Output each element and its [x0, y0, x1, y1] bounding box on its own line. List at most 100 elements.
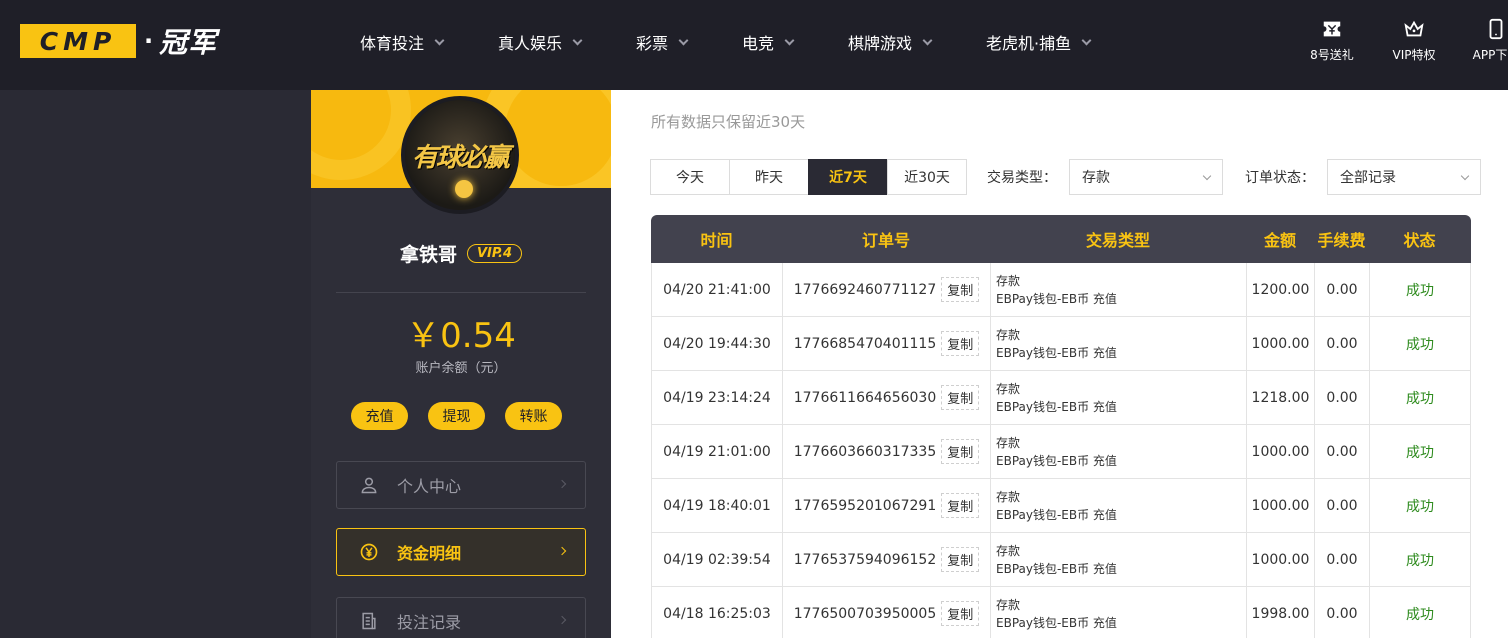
time-cell: 04/20 21:41:00	[652, 263, 783, 316]
fee-cell: 0.00	[1315, 371, 1370, 424]
time-cell: 04/19 21:01:00	[652, 425, 783, 478]
amount-cell: 1000.00	[1247, 479, 1315, 532]
time-text: 04/20 19:44:30	[663, 335, 771, 352]
nav-item-sports[interactable]: 体育投注	[360, 30, 498, 54]
status-cell: 成功	[1370, 317, 1471, 370]
amount-text: 1200.00	[1251, 281, 1310, 298]
withdraw-button[interactable]: 提现	[428, 402, 485, 430]
type-cell: 存款 EBPay钱包-EB币 充值	[991, 587, 1247, 638]
type-detail: EBPay钱包-EB币 充值	[996, 453, 1117, 468]
column-header-order: 订单号	[861, 231, 910, 250]
vip-tool[interactable]: VIP特权	[1382, 18, 1446, 63]
order-cell: 1776595201067291 复制	[783, 479, 991, 532]
amount-cell: 1000.00	[1247, 317, 1315, 370]
app-download-tool[interactable]: APP下载	[1464, 18, 1508, 63]
table-row: 04/19 02:39:54 1776537594096152 复制 存款 EB…	[651, 533, 1471, 587]
status-badge: 成功	[1406, 282, 1434, 299]
nav-item-slots-fishing[interactable]: 老虎机·捕鱼	[986, 30, 1106, 54]
avatar[interactable]: 有球必赢	[401, 96, 519, 214]
nav-item-label: 棋牌游戏	[848, 34, 913, 53]
ball-icon	[455, 180, 473, 198]
status-cell: 成功	[1370, 479, 1471, 532]
status-cell: 成功	[1370, 425, 1471, 478]
type-cell: 存款 EBPay钱包-EB币 充值	[991, 371, 1247, 424]
tool-label: 8号送礼	[1310, 48, 1354, 62]
brand-logo[interactable]: CMP · 冠军	[20, 24, 217, 59]
time-text: 04/19 18:40:01	[663, 497, 771, 514]
menu-item-bet-records[interactable]: 投注记录	[336, 597, 586, 638]
type-detail: EBPay钱包-EB币 充值	[996, 507, 1117, 522]
order-number: 1776603660317335	[793, 443, 937, 460]
transfer-button[interactable]: 转账	[505, 402, 562, 430]
copy-button[interactable]: 复制	[941, 331, 980, 356]
fee-text: 0.00	[1326, 605, 1358, 622]
phone-icon	[1489, 18, 1503, 40]
copy-button[interactable]: 复制	[941, 547, 980, 572]
retention-note: 所有数据只保留近30天	[651, 113, 806, 131]
chevron-right-icon	[557, 615, 567, 625]
range-today-button[interactable]: 今天	[650, 159, 730, 195]
select-value: 存款	[1082, 170, 1110, 186]
order-cell: 1776500703950005 复制	[783, 587, 991, 638]
copy-button[interactable]: 复制	[941, 385, 980, 410]
wallet-actions: 充值 提现 转账	[351, 402, 582, 430]
deposit-button[interactable]: 充值	[351, 402, 408, 430]
balance-label: 账户余额（元）	[415, 361, 507, 376]
range-7days-button[interactable]: 近7天	[808, 159, 888, 195]
order-number: 1776595201067291	[793, 497, 937, 514]
amount-text: 1000.00	[1251, 551, 1310, 568]
type-cell: 存款 EBPay钱包-EB币 充值	[991, 479, 1247, 532]
type-detail: EBPay钱包-EB币 充值	[996, 399, 1117, 414]
copy-button[interactable]: 复制	[941, 439, 980, 464]
type-text: 存款	[996, 273, 1021, 288]
avatar-text: 有球必赢	[411, 142, 510, 173]
nav-item-live-casino[interactable]: 真人娱乐	[498, 30, 636, 54]
column-header-time: 时间	[700, 231, 733, 250]
fee-cell: 0.00	[1315, 263, 1370, 316]
user-info: 拿铁哥 VIP.4	[311, 240, 611, 267]
status-cell: 成功	[1370, 587, 1471, 638]
column-header-type: 交易类型	[1085, 231, 1150, 250]
nav-item-esports[interactable]: 电竞	[742, 30, 848, 54]
range-30days-button[interactable]: 近30天	[887, 159, 967, 195]
range-yesterday-button[interactable]: 昨天	[729, 159, 809, 195]
time-text: 04/19 23:14:24	[663, 389, 771, 406]
gift-tool[interactable]: 8号送礼	[1300, 18, 1364, 63]
type-text: 存款	[996, 327, 1021, 342]
menu-item-label: 投注记录	[397, 613, 462, 632]
type-cell: 存款 EBPay钱包-EB币 充值	[991, 263, 1247, 316]
nav-item-label: 体育投注	[360, 34, 425, 53]
time-text: 04/18 16:25:03	[663, 605, 771, 622]
type-filter-label: 交易类型：	[987, 170, 1057, 186]
menu-item-personal-center[interactable]: 个人中心	[336, 461, 586, 509]
menu-item-fund-details[interactable]: 资金明细	[336, 528, 586, 576]
status-cell: 成功	[1370, 533, 1471, 586]
table-row: 04/19 18:40:01 1776595201067291 复制 存款 EB…	[651, 479, 1471, 533]
table-row: 04/19 21:01:00 1776603660317335 复制 存款 EB…	[651, 425, 1471, 479]
table-header: 时间 订单号 交易类型 金额 手续费 状态	[651, 215, 1471, 263]
copy-button[interactable]: 复制	[941, 277, 980, 302]
username: 拿铁哥	[399, 244, 457, 266]
copy-button[interactable]: 复制	[941, 601, 980, 626]
order-number: 1776500703950005	[793, 605, 937, 622]
status-badge: 成功	[1406, 606, 1434, 623]
fee-cell: 0.00	[1315, 425, 1370, 478]
column-header-fee: 手续费	[1317, 231, 1366, 250]
nav-item-lottery[interactable]: 彩票	[636, 30, 742, 54]
order-cell: 1776692460771127 复制	[783, 263, 991, 316]
fee-cell: 0.00	[1315, 587, 1370, 638]
fee-text: 0.00	[1326, 335, 1358, 352]
fee-text: 0.00	[1326, 443, 1358, 460]
order-status-select[interactable]: 全部记录	[1327, 159, 1481, 195]
amount-text: 1000.00	[1251, 443, 1310, 460]
copy-button[interactable]: 复制	[941, 493, 980, 518]
type-text: 存款	[996, 435, 1021, 450]
fee-text: 0.00	[1326, 281, 1358, 298]
nav-item-card-games[interactable]: 棋牌游戏	[848, 30, 986, 54]
divider	[336, 292, 586, 293]
transaction-type-select[interactable]: 存款	[1069, 159, 1223, 195]
chevron-down-icon	[572, 35, 583, 45]
amount-text: 1000.00	[1251, 497, 1310, 514]
logo-letters: CMP	[20, 24, 136, 58]
nav-item-label: 电竞	[742, 34, 775, 53]
